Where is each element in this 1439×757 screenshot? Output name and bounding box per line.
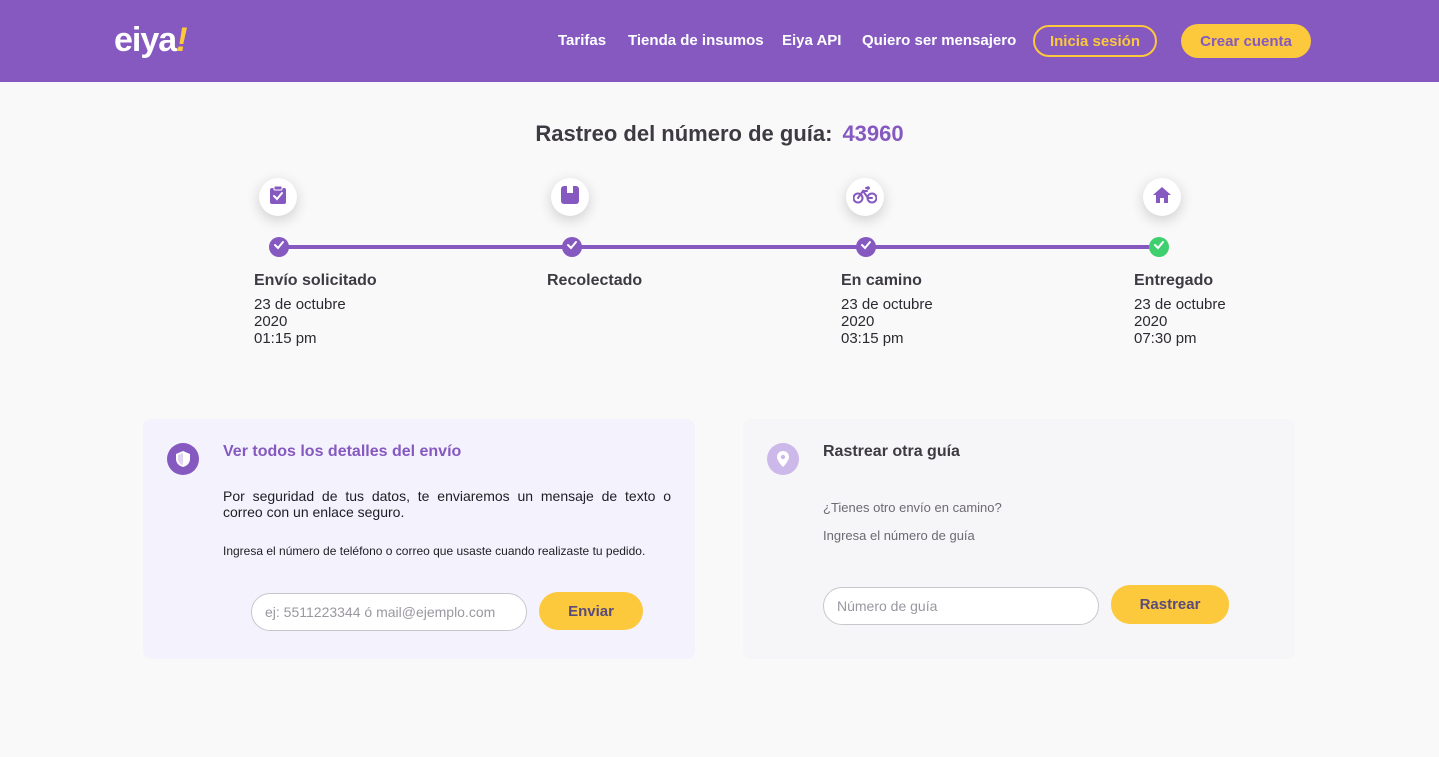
logo-bang: !	[176, 21, 187, 59]
step-check-en-camino	[856, 237, 876, 257]
step-year-line: 2020	[841, 313, 875, 330]
timeline-progress-line	[279, 245, 1159, 249]
track-question-text: ¿Tienes otro envío en camino?	[823, 500, 1002, 515]
check-icon	[566, 238, 578, 256]
clipboard-check-icon	[269, 185, 287, 210]
step-check-entregado	[1149, 237, 1169, 257]
shipment-details-card: Ver todos los detalles del envío Por seg…	[143, 419, 695, 659]
track-card-title: Rastrear otra guía	[823, 443, 960, 460]
track-another-card: Rastrear otra guía ¿Tienes otro envío en…	[743, 419, 1295, 659]
send-button[interactable]: Enviar	[539, 592, 643, 630]
check-icon	[860, 238, 872, 256]
step-icon-bubble-en-camino	[846, 178, 884, 216]
logo-text: eiya	[114, 21, 177, 59]
home-icon	[1152, 186, 1172, 209]
step-icon-bubble-entregado	[1143, 178, 1181, 216]
signup-button[interactable]: Crear cuenta	[1181, 24, 1311, 58]
step-time-line: 03:15 pm	[841, 330, 904, 347]
check-icon	[1153, 238, 1165, 256]
eiya-logo[interactable]: eiya!	[114, 20, 188, 60]
step-date-line: 23 de octubre	[841, 296, 933, 313]
details-security-text: Por seguridad de tus datos, te enviaremo…	[223, 488, 671, 520]
nav-link-tienda-insumos[interactable]: Tienda de insumos	[628, 31, 764, 51]
step-check-recolectado	[562, 237, 582, 257]
top-navbar: eiya! Tarifas Tienda de insumos Eiya API…	[0, 0, 1439, 82]
track-button[interactable]: Rastrear	[1111, 585, 1229, 624]
tracking-title-text: Rastreo del número de guía:	[535, 121, 833, 146]
location-pin-icon	[767, 443, 799, 475]
step-icon-bubble-recolectado	[551, 178, 589, 216]
bicycle-icon	[852, 185, 878, 209]
step-date-en-camino: 23 de octubre 2020 03:15 pm	[841, 296, 933, 347]
nav-link-eiya-api[interactable]: Eiya API	[782, 31, 841, 51]
step-time-line: 01:15 pm	[254, 330, 317, 347]
check-icon	[273, 238, 285, 256]
step-date-line: 23 de octubre	[254, 296, 346, 313]
step-label-solicitado: Envío solicitado	[254, 272, 377, 289]
details-instruction-text: Ingresa el número de teléfono o correo q…	[223, 544, 646, 558]
tracking-number: 43960	[842, 121, 904, 146]
shield-icon	[167, 443, 199, 475]
login-button[interactable]: Inicia sesión	[1033, 25, 1157, 57]
track-instruction-text: Ingresa el número de guía	[823, 528, 975, 543]
tracking-number-input[interactable]	[823, 587, 1099, 625]
step-icon-bubble-solicitado	[259, 178, 297, 216]
nav-link-tarifas[interactable]: Tarifas	[558, 31, 606, 51]
step-year-line: 2020	[254, 313, 288, 330]
nav-link-quiero-ser-mensajero[interactable]: Quiero ser mensajero	[862, 31, 1016, 51]
step-date-line: 23 de octubre	[1134, 296, 1226, 313]
phone-or-email-input[interactable]	[251, 593, 527, 631]
details-card-title: Ver todos los detalles del envío	[223, 443, 462, 460]
package-icon	[560, 185, 580, 210]
step-date-solicitado: 23 de octubre 2020 01:15 pm	[254, 296, 346, 347]
step-label-entregado: Entregado	[1134, 272, 1214, 289]
step-date-entregado: 23 de octubre 2020 07:30 pm	[1134, 296, 1226, 347]
step-time-line: 07:30 pm	[1134, 330, 1197, 347]
step-label-en-camino: En camino	[841, 272, 922, 289]
step-year-line: 2020	[1134, 313, 1168, 330]
step-label-recolectado: Recolectado	[547, 272, 643, 289]
step-check-solicitado	[269, 237, 289, 257]
tracking-title: Rastreo del número de guía: 43960	[0, 120, 1439, 148]
